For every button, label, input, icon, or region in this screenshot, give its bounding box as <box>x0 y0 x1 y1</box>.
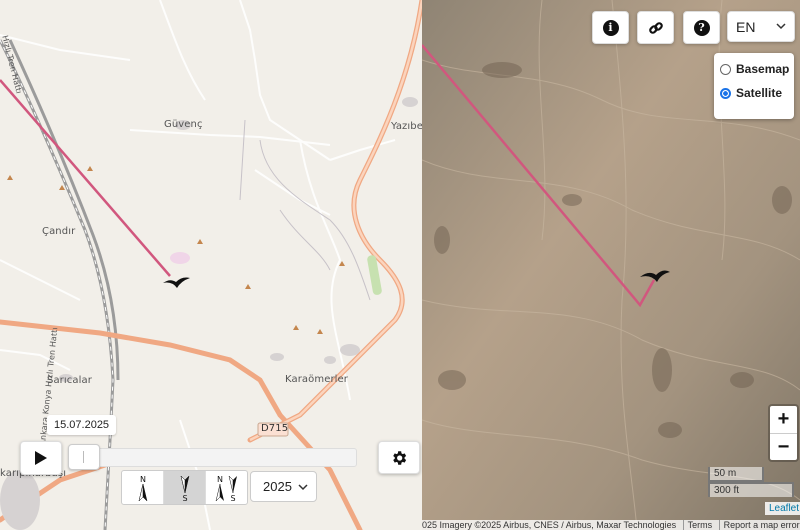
south-arrow-icon: S <box>180 474 189 502</box>
year-value: 2025 <box>263 479 292 494</box>
timeline-slider-thumb[interactable] <box>68 444 100 470</box>
year-select[interactable]: 2025 <box>250 471 317 502</box>
attribution-imagery: 025 Imagery ©2025 Airbus, CNES / Airbus,… <box>422 520 677 530</box>
zoom-in-button[interactable]: + <box>770 406 797 434</box>
flight-track <box>0 79 171 277</box>
play-button[interactable] <box>20 441 62 475</box>
svg-text:S: S <box>182 494 187 502</box>
orientation-group: N S N S <box>121 470 248 505</box>
zoom-out-button[interactable]: − <box>770 434 797 461</box>
svg-text:S: S <box>230 494 235 502</box>
info-button[interactable]: i <box>592 11 629 44</box>
chevron-down-icon <box>776 23 786 30</box>
play-icon <box>35 451 47 465</box>
scale-imperial: 300 ft <box>708 482 794 497</box>
basemap-radio[interactable] <box>720 63 731 75</box>
north-south-arrows-icon: N S <box>215 475 237 502</box>
bird-marker-left <box>163 277 190 288</box>
basemap-label: Basemap <box>736 62 790 76</box>
help-button[interactable]: ? <box>683 11 720 44</box>
orientation-both-button[interactable]: N S <box>206 471 247 504</box>
attribution-report[interactable]: Report a map error <box>718 520 800 530</box>
layer-control: Basemap Satellite <box>714 53 794 119</box>
gear-icon <box>393 450 407 465</box>
road-shield-d715: D715 <box>261 423 289 434</box>
orientation-south-button[interactable]: S <box>164 471 206 504</box>
link-icon <box>648 21 663 34</box>
place-karaomerler: Karaömerler <box>285 374 349 385</box>
help-icon: ? <box>693 19 710 36</box>
satellite-radio[interactable] <box>720 87 731 99</box>
share-link-button[interactable] <box>637 11 674 44</box>
place-yazibel: Yazıbel <box>391 121 422 132</box>
zoom-control: + − <box>768 404 799 462</box>
scale-metric: 50 m <box>708 467 764 482</box>
satellite-label: Satellite <box>736 86 783 100</box>
place-candir: Çandır <box>42 226 76 237</box>
orientation-north-button[interactable]: N <box>122 471 164 504</box>
info-icon: i <box>602 19 619 36</box>
svg-text:N: N <box>217 475 223 484</box>
language-value: EN <box>736 18 756 35</box>
language-select[interactable]: EN <box>727 11 795 42</box>
layer-option-basemap[interactable]: Basemap <box>714 57 794 81</box>
settings-button[interactable] <box>378 441 420 474</box>
attribution-bar: 025 Imagery ©2025 Airbus, CNES / Airbus,… <box>422 520 800 530</box>
chevron-down-icon <box>298 484 308 491</box>
svg-text:N: N <box>140 475 146 484</box>
attribution-terms[interactable]: Terms <box>682 520 713 530</box>
layer-option-satellite[interactable]: Satellite <box>714 81 794 105</box>
timeline-slider[interactable] <box>80 448 357 467</box>
leaflet-link[interactable]: Leaflet <box>765 502 800 515</box>
north-arrow-icon: N <box>138 475 147 502</box>
place-guvenc: Güvenç <box>164 119 203 130</box>
date-label: 15.07.2025 <box>47 415 117 435</box>
